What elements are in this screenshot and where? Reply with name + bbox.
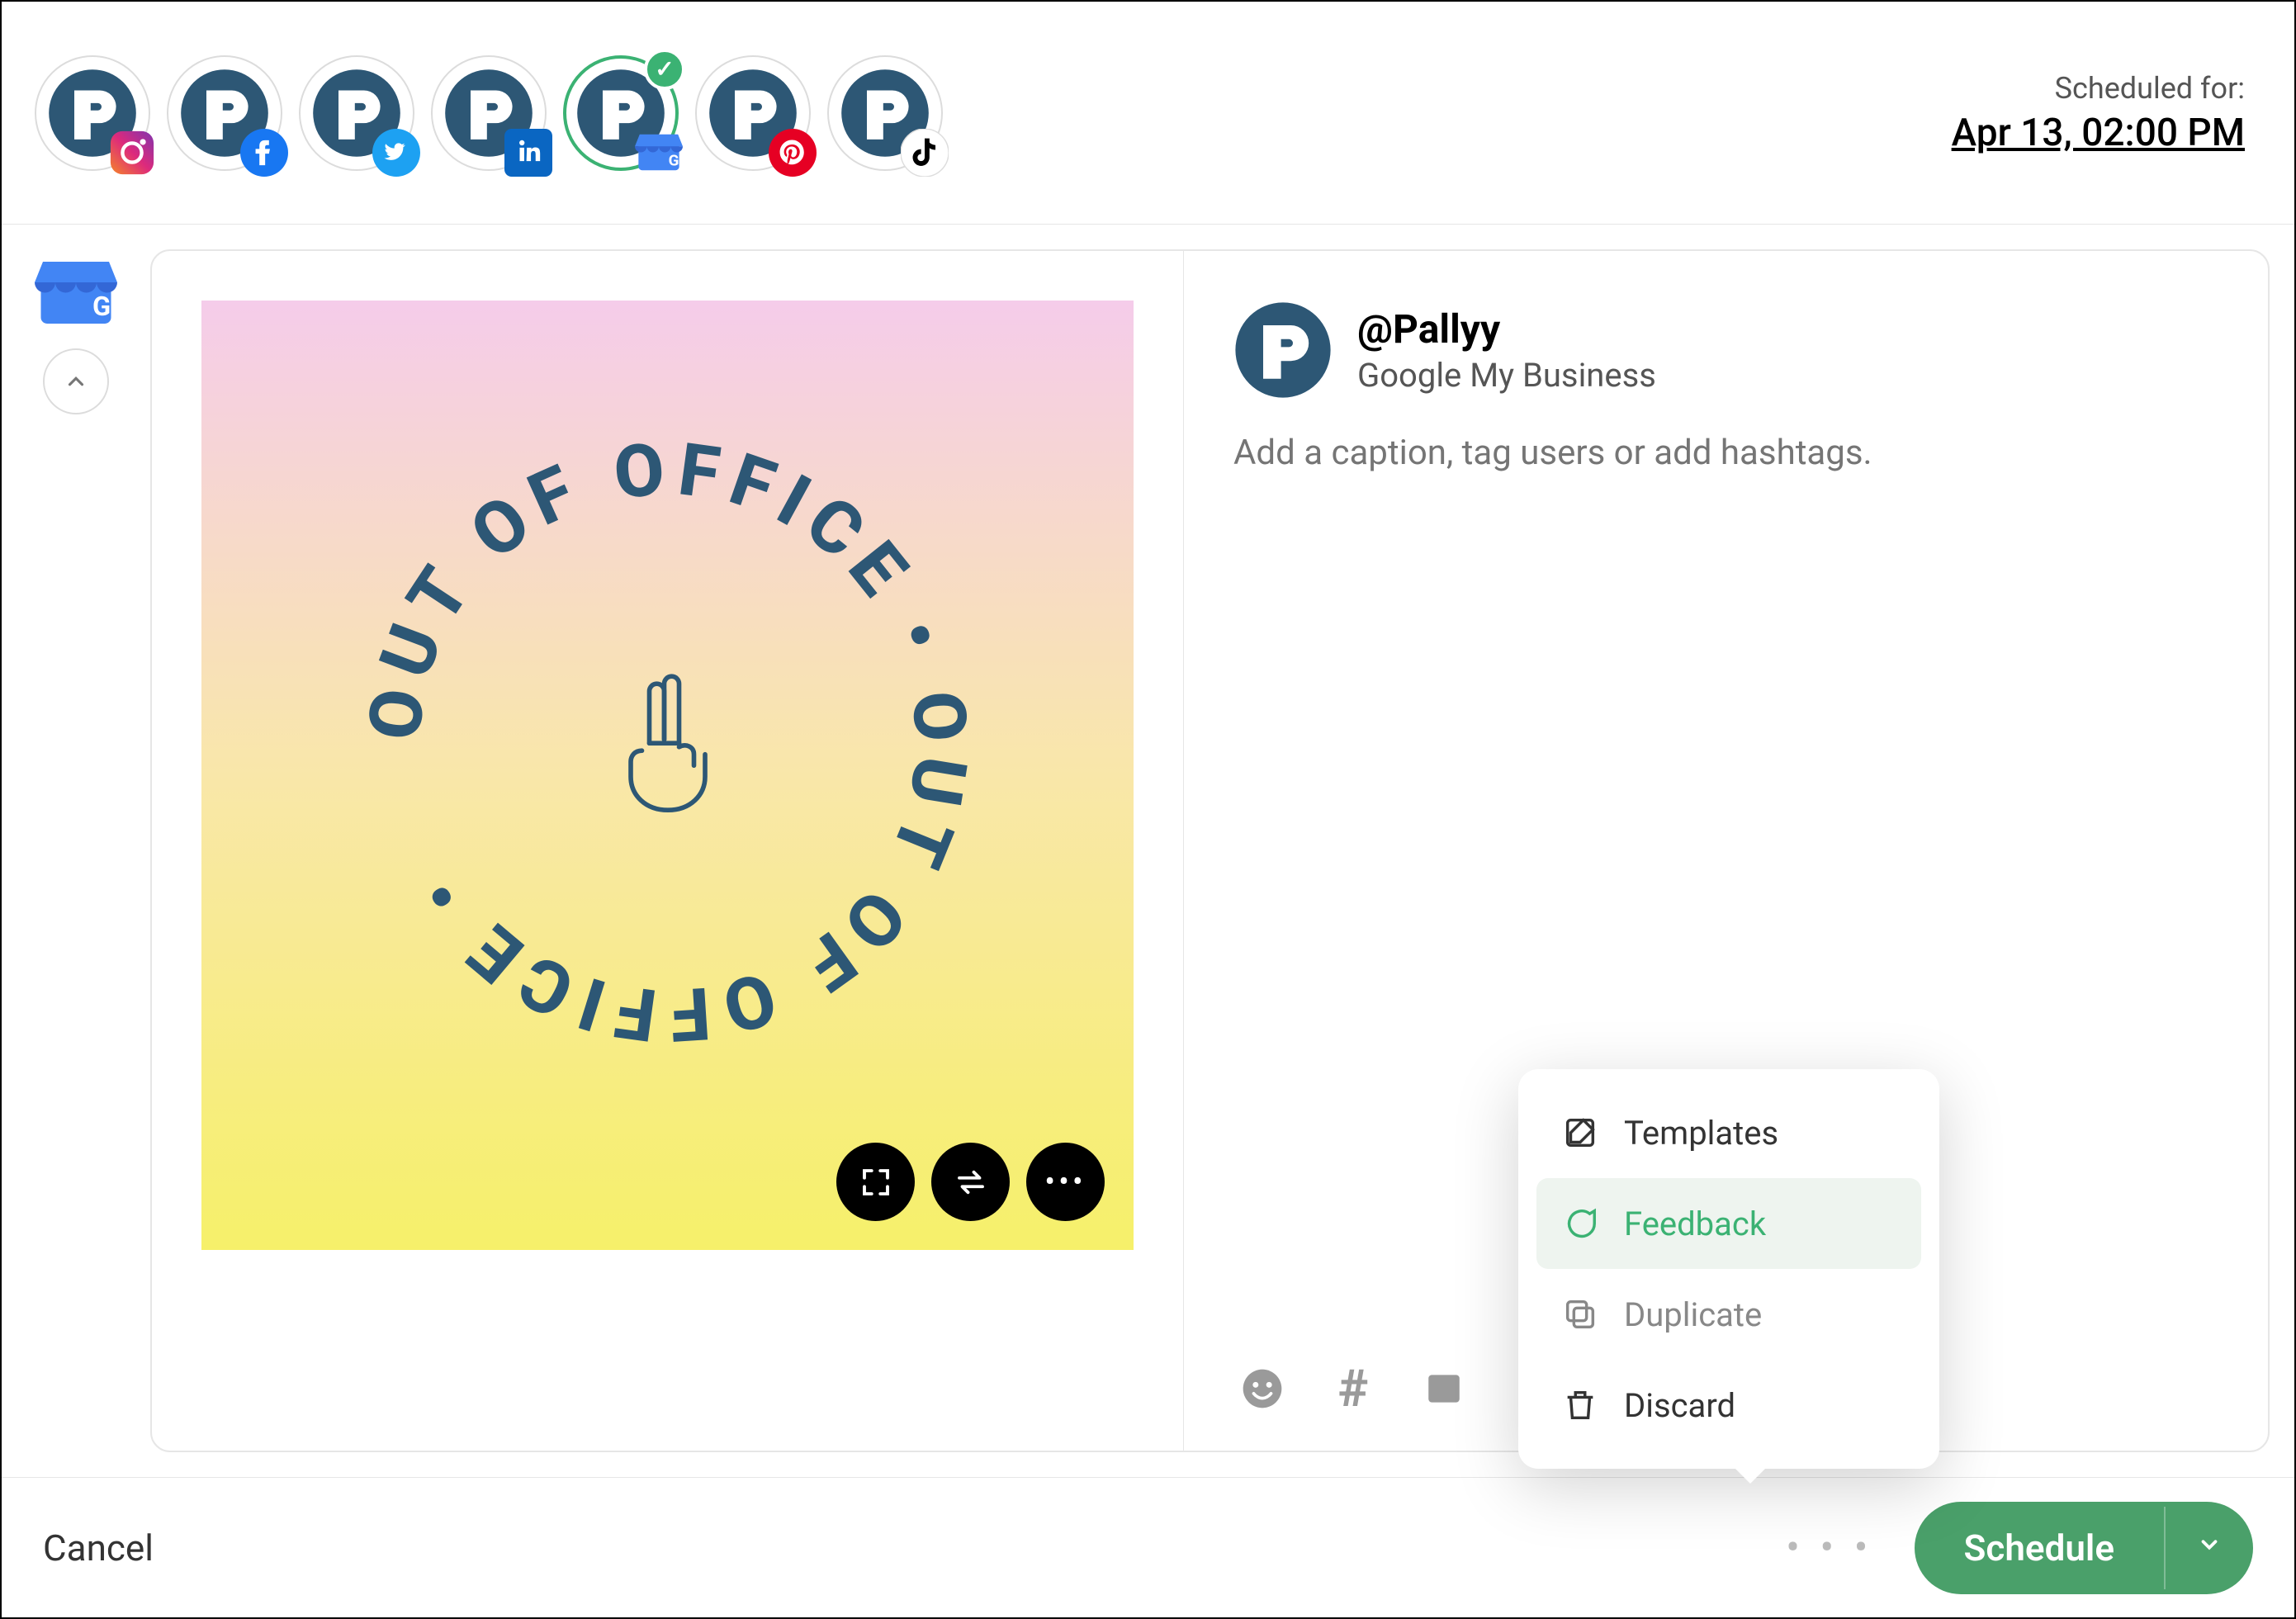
emoji-button[interactable] (1233, 1360, 1291, 1418)
facebook-icon (239, 128, 289, 178)
accounts-row: ✓ G (35, 55, 943, 171)
media-preview: OUT OF OFFICE • OUT OF OFFICE • (152, 251, 1184, 1451)
preview-action-row: ••• (836, 1143, 1105, 1221)
popup-discard[interactable]: Discard (1536, 1360, 1921, 1451)
account-platform: Google My Business (1357, 356, 1656, 395)
account-instagram[interactable] (35, 55, 150, 171)
fullscreen-button[interactable] (836, 1143, 915, 1221)
chevron-down-icon (2197, 1532, 2222, 1557)
schedule-info: Scheduled for: Apr 13, 02:00 PM (1952, 71, 2261, 155)
preview-image[interactable]: OUT OF OFFICE • OUT OF OFFICE • (201, 301, 1134, 1250)
chevron-up-icon (64, 369, 88, 394)
scheduled-datetime[interactable]: Apr 13, 02:00 PM (1952, 111, 2245, 155)
hashtag-button[interactable]: # (1324, 1360, 1382, 1418)
body: G OUT OF OFFICE • OUT OF OFFICE • (2, 225, 2294, 1477)
popup-feedback[interactable]: Feedback (1536, 1178, 1921, 1269)
account-avatar (1233, 301, 1333, 400)
account-pinterest[interactable] (695, 55, 811, 171)
check-icon: ✓ (644, 49, 685, 90)
more-options-button[interactable]: • • • (1786, 1524, 1872, 1572)
cancel-button[interactable]: Cancel (43, 1527, 154, 1569)
compose-panel: OUT OF OFFICE • OUT OF OFFICE • (150, 249, 2270, 1452)
swap-icon (954, 1165, 988, 1200)
schedule-button-label: Schedule (1915, 1502, 2164, 1594)
popup-item-label: Templates (1624, 1114, 1778, 1153)
trash-icon (1560, 1385, 1601, 1426)
google-business-icon: G (634, 126, 684, 176)
pinterest-icon (768, 128, 817, 178)
chat-icon (1560, 1203, 1601, 1244)
more-button[interactable]: ••• (1026, 1143, 1105, 1221)
footer-right: • • • Schedule (1786, 1502, 2253, 1594)
popup-templates[interactable]: Templates (1536, 1087, 1921, 1178)
dots-icon: ••• (1044, 1164, 1086, 1200)
pallyy-logo-icon (1233, 301, 1333, 400)
account-facebook[interactable] (167, 55, 282, 171)
account-twitter[interactable] (299, 55, 414, 171)
options-popup: Templates Feedback Duplicate Discard (1518, 1069, 1939, 1469)
svg-text:G: G (669, 151, 679, 169)
peace-hand-icon (610, 669, 726, 821)
compose-header: @Pallyy Google My Business (1233, 301, 2218, 400)
platform-rail: G (26, 249, 125, 1452)
emoji-icon (1239, 1366, 1285, 1412)
popup-item-label: Feedback (1624, 1205, 1766, 1243)
duplicate-icon (1560, 1294, 1601, 1335)
collapse-rail-button[interactable] (43, 348, 109, 414)
header: ✓ G Scheduled for: Apr 13, 02:00 PM (2, 2, 2294, 225)
image-icon (1423, 1368, 1465, 1409)
schedule-dropdown-toggle[interactable] (2164, 1507, 2253, 1589)
dots-icon: • • • (1786, 1524, 1872, 1572)
popup-item-label: Discard (1624, 1386, 1735, 1425)
account-handle: @Pallyy (1357, 305, 1656, 353)
linkedin-icon (504, 128, 553, 178)
scheduled-for-label: Scheduled for: (1952, 71, 2245, 106)
twitter-icon (372, 128, 421, 178)
account-google-my-business[interactable]: ✓ G (563, 55, 679, 171)
account-linkedin[interactable] (431, 55, 547, 171)
footer: Cancel • • • Schedule (2, 1477, 2294, 1617)
account-tiktok[interactable] (827, 55, 943, 171)
fullscreen-icon (859, 1165, 893, 1200)
popup-duplicate[interactable]: Duplicate (1536, 1269, 1921, 1360)
media-button[interactable] (1415, 1360, 1473, 1418)
instagram-icon (107, 128, 157, 178)
tiktok-icon (900, 128, 949, 178)
swap-button[interactable] (931, 1143, 1010, 1221)
edit-icon (1560, 1112, 1601, 1153)
popup-item-label: Duplicate (1624, 1295, 1762, 1334)
svg-text:G: G (92, 291, 111, 322)
hashtag-icon: # (1338, 1359, 1369, 1419)
schedule-button[interactable]: Schedule (1915, 1502, 2253, 1594)
rail-google-business-icon[interactable]: G (31, 249, 121, 332)
